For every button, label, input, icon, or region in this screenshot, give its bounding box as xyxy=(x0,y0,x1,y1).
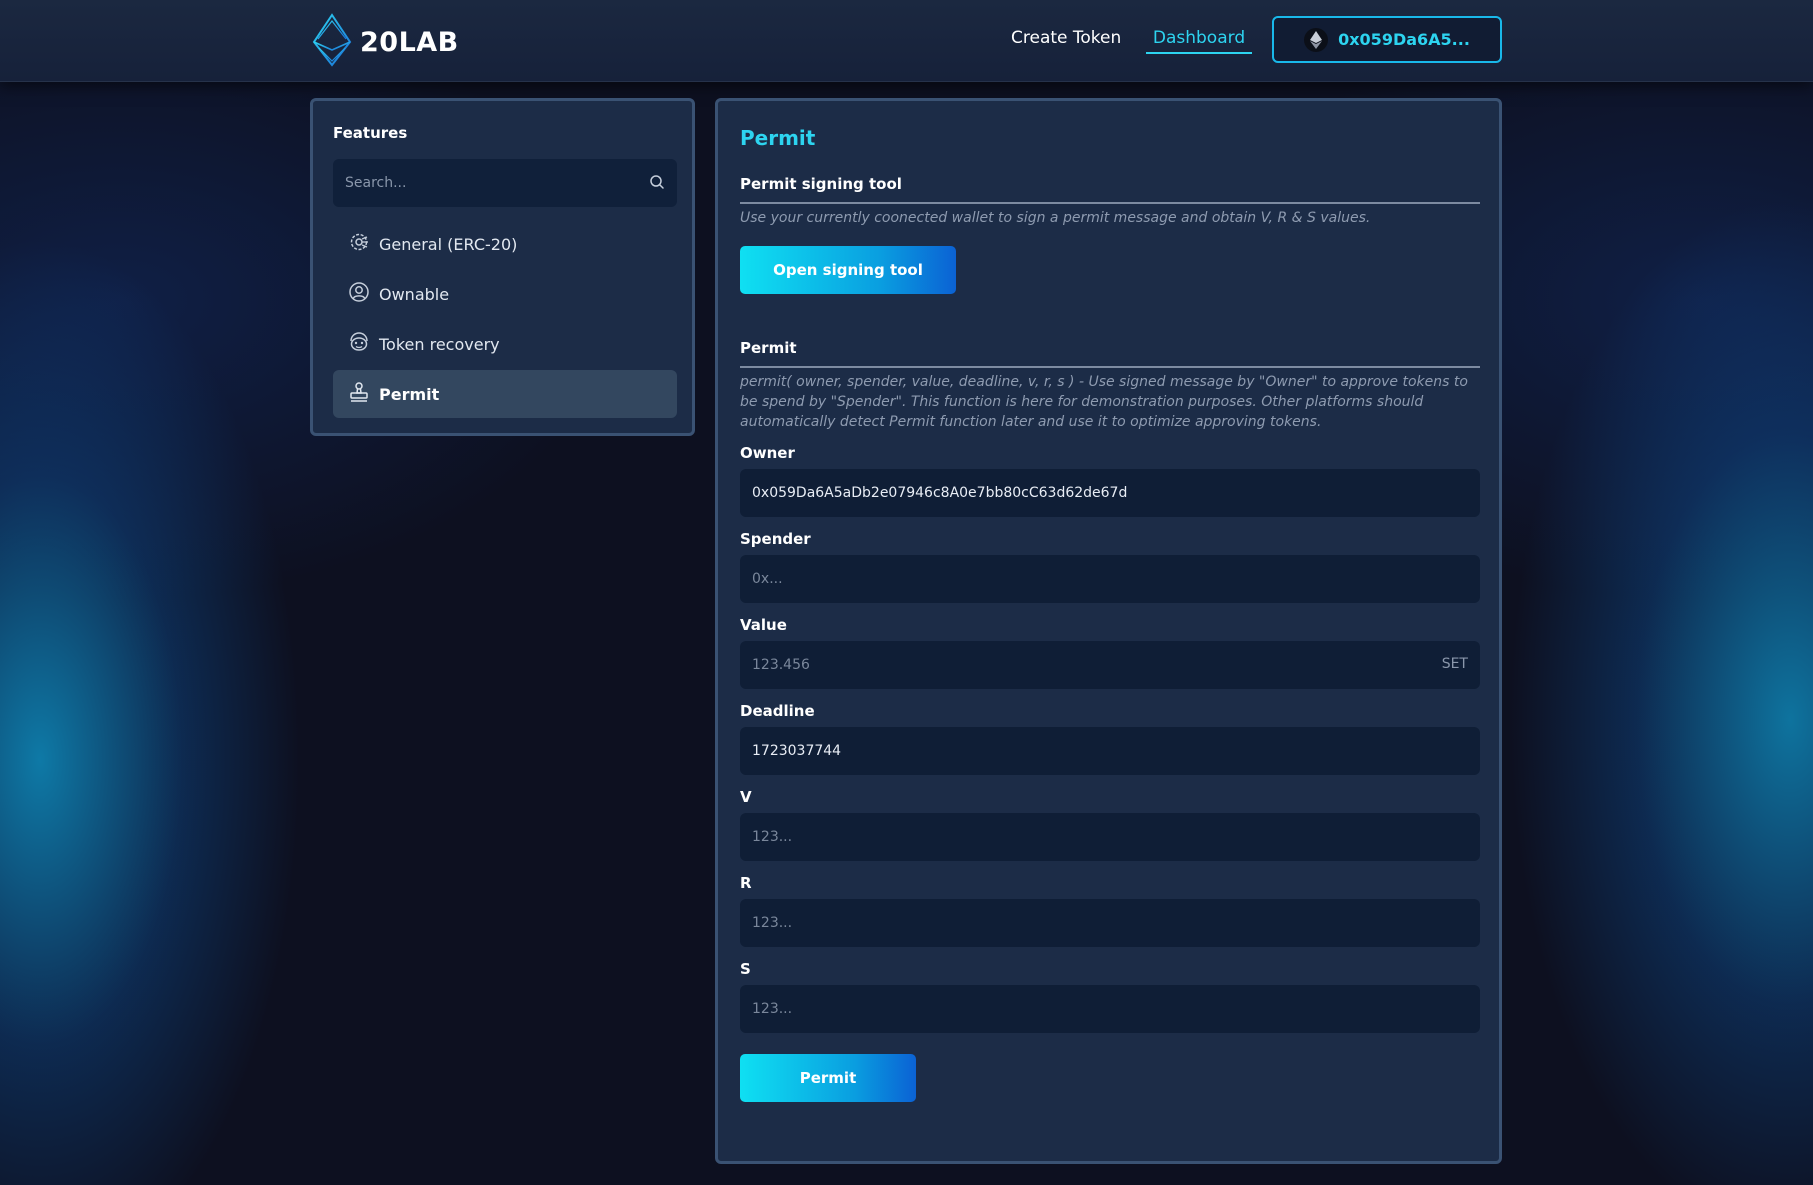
nav-dashboard[interactable]: Dashboard xyxy=(1146,28,1252,54)
deadline-field-box xyxy=(740,727,1480,775)
v-input[interactable] xyxy=(740,813,1480,861)
search-icon[interactable] xyxy=(649,174,665,194)
ethereum-icon xyxy=(1304,27,1329,52)
sidebar-item-general[interactable]: General (ERC-20) xyxy=(333,220,677,268)
search-input[interactable] xyxy=(333,159,633,207)
permit-panel: Permit Permit signing tool Use your curr… xyxy=(715,98,1502,1164)
sidebar-title: Features xyxy=(333,124,408,142)
owner-label: Owner xyxy=(740,444,795,462)
page-title: Permit xyxy=(740,126,816,150)
deadline-label: Deadline xyxy=(740,702,815,720)
open-signing-tool-button[interactable]: Open signing tool xyxy=(740,246,956,294)
deadline-input[interactable] xyxy=(740,727,1480,775)
value-input[interactable] xyxy=(740,641,1480,689)
value-label: Value xyxy=(740,616,787,634)
search-box xyxy=(333,159,677,207)
spender-field-box xyxy=(740,555,1480,603)
section-title-permit: Permit xyxy=(740,339,1480,368)
logo-text: 20LAB xyxy=(360,26,459,58)
section-description-signing-tool: Use your currently coonected wallet to s… xyxy=(740,210,1371,226)
v-field-box xyxy=(740,813,1480,861)
stamp-icon xyxy=(348,381,370,407)
gear-chip-icon xyxy=(348,231,370,257)
ethereum-diamond-logo-icon xyxy=(310,13,354,71)
section-title-signing-tool: Permit signing tool xyxy=(740,175,1480,204)
features-sidebar: Features General (ERC-20) xyxy=(310,98,695,436)
value-field-box: SET xyxy=(740,641,1480,689)
permit-submit-button[interactable]: Permit xyxy=(740,1054,916,1102)
r-input[interactable] xyxy=(740,899,1480,947)
sidebar-item-label: Permit xyxy=(379,384,440,404)
logo[interactable]: 20LAB xyxy=(310,13,459,71)
s-input[interactable] xyxy=(740,985,1480,1033)
section-description-permit: permit( owner, spender, value, deadline,… xyxy=(740,374,1468,430)
recovery-icon xyxy=(348,331,370,357)
sidebar-item-token-recovery[interactable]: Token recovery xyxy=(333,320,677,368)
sidebar-item-permit[interactable]: Permit xyxy=(333,370,677,418)
s-field-box xyxy=(740,985,1480,1033)
sidebar-item-label: Token recovery xyxy=(379,334,500,354)
owner-input[interactable] xyxy=(740,469,1480,517)
sidebar-item-label: General (ERC-20) xyxy=(379,234,518,254)
owner-field-box xyxy=(740,469,1480,517)
r-label: R xyxy=(740,874,752,892)
top-header: 20LAB Create Token Dashboard 0x059Da6A5.… xyxy=(0,0,1813,82)
sidebar-item-label: Ownable xyxy=(379,284,450,304)
r-field-box xyxy=(740,899,1480,947)
v-label: V xyxy=(740,788,752,806)
nav-create-token[interactable]: Create Token xyxy=(1011,28,1121,48)
spender-input[interactable] xyxy=(740,555,1480,603)
sidebar-item-ownable[interactable]: Ownable xyxy=(333,270,677,318)
s-label: S xyxy=(740,960,751,978)
value-unit-suffix: SET xyxy=(1441,656,1468,672)
wallet-address: 0x059Da6A5... xyxy=(1338,30,1470,49)
user-circle-icon xyxy=(348,281,370,307)
spender-label: Spender xyxy=(740,530,811,548)
wallet-button[interactable]: 0x059Da6A5... xyxy=(1272,16,1502,63)
